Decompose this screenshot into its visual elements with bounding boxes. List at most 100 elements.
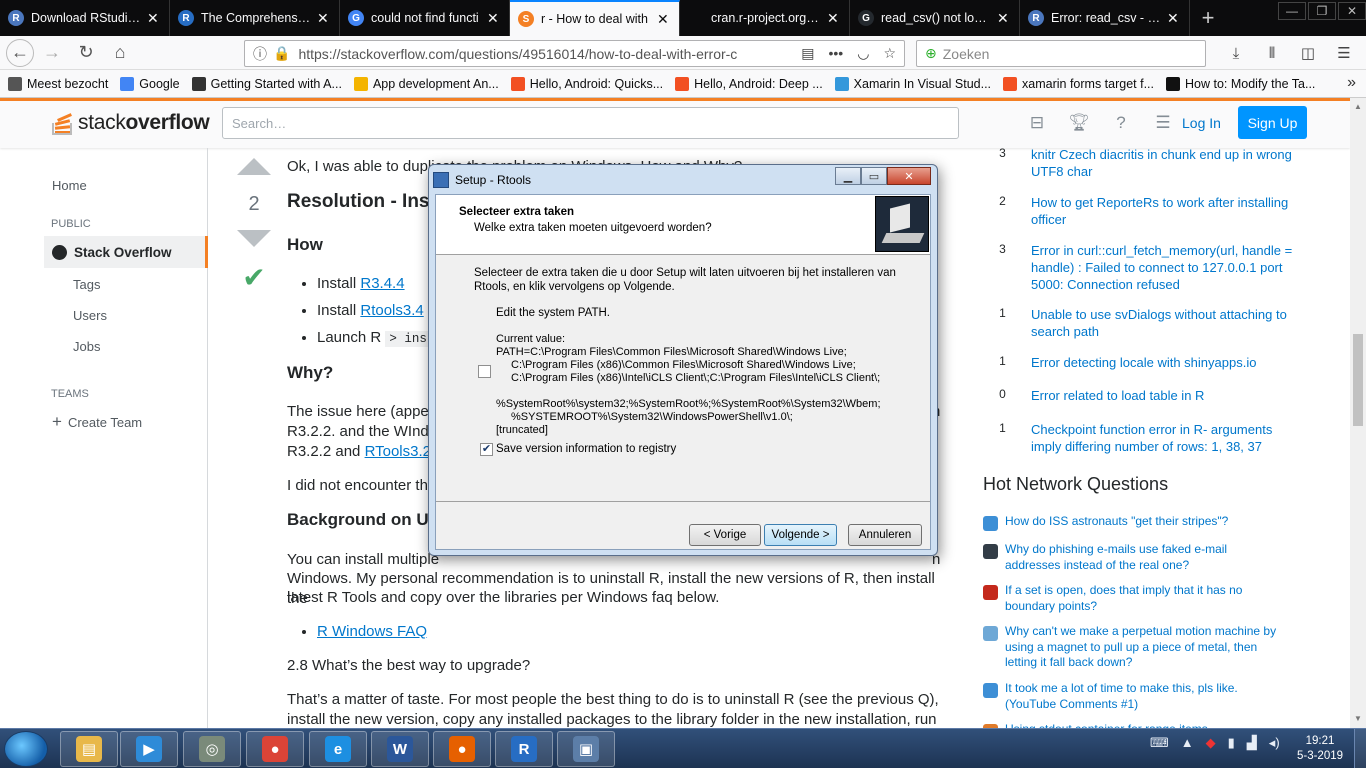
- minimize-button[interactable]: —: [1278, 2, 1306, 20]
- browser-tab[interactable]: Sr - How to deal with ✕: [510, 0, 680, 36]
- search-bar[interactable]: ⊕ Zoeken: [916, 40, 1206, 67]
- pocket-icon[interactable]: ◡: [857, 45, 869, 62]
- bookmark-star-icon[interactable]: ☆: [883, 45, 896, 62]
- tab-close-icon[interactable]: ✕: [147, 10, 161, 27]
- browser-tab[interactable]: Gcould not find functi ✕: [340, 0, 510, 36]
- bookmark-item[interactable]: Hello, Android: Deep ...: [675, 76, 823, 91]
- taskbar-chrome[interactable]: ●: [246, 731, 304, 767]
- downvote-icon[interactable]: [237, 230, 271, 247]
- tray-expand-icon[interactable]: ▲: [1181, 735, 1194, 751]
- related-question-link[interactable]: Checkpoint function error in R- argument…: [1031, 421, 1303, 455]
- taskbar-media-player[interactable]: ▶: [120, 731, 178, 767]
- r-version-link[interactable]: R3.4.4: [360, 275, 404, 292]
- scroll-down-icon[interactable]: ▼: [1353, 714, 1363, 723]
- bookmark-item[interactable]: Google: [120, 76, 180, 91]
- r-windows-faq-link[interactable]: R Windows FAQ: [317, 623, 427, 640]
- dialog-maximize-button[interactable]: ▭: [861, 167, 887, 185]
- new-tab-button[interactable]: +: [1190, 0, 1226, 36]
- tab-close-icon[interactable]: ✕: [487, 10, 501, 27]
- scrollbar-thumb[interactable]: [1353, 334, 1363, 426]
- sidebar-icon[interactable]: ◫: [1296, 40, 1320, 66]
- taskbar-firefox[interactable]: ●: [433, 731, 491, 767]
- back-button[interactable]: < Vorige: [689, 524, 761, 546]
- taskbar-explorer[interactable]: ▤: [60, 731, 118, 767]
- menu-icon[interactable]: ☰: [1332, 40, 1356, 66]
- browser-tab[interactable]: cran.r-project.org/bin/w ✕: [680, 0, 850, 36]
- bookmark-item[interactable]: Meest bezocht: [8, 76, 108, 91]
- next-button[interactable]: Volgende >: [764, 524, 837, 546]
- dialog-close-button[interactable]: ✕: [887, 167, 931, 185]
- restore-button[interactable]: ❐: [1308, 2, 1336, 20]
- upvote-icon[interactable]: [237, 158, 271, 175]
- taskbar-internet-explorer[interactable]: e: [309, 731, 367, 767]
- related-question-link[interactable]: Error detecting locale with shinyapps.io: [1031, 354, 1256, 371]
- login-link[interactable]: Log In: [1182, 115, 1221, 131]
- scroll-up-icon[interactable]: ▲: [1353, 102, 1363, 111]
- page-actions-icon[interactable]: •••: [829, 45, 844, 62]
- info-icon[interactable]: ⓘ: [253, 44, 267, 64]
- bookmark-item[interactable]: Getting Started with A...: [191, 76, 342, 91]
- chevron-right-icon[interactable]: »: [1347, 74, 1356, 92]
- hnq-link[interactable]: Why do phishing e-mails use faked e-mail…: [1005, 542, 1283, 573]
- tab-close-icon[interactable]: ✕: [317, 10, 331, 27]
- help-icon[interactable]: ?: [1110, 113, 1132, 133]
- related-question-link[interactable]: Error related to load table in R: [1031, 387, 1204, 404]
- close-window-button[interactable]: ✕: [1338, 2, 1366, 20]
- dialog-titlebar[interactable]: Setup - Rtools: [433, 167, 531, 193]
- related-question-link[interactable]: How to get ReporteRs to work after insta…: [1031, 194, 1303, 228]
- hnq-link[interactable]: If a set is open, does that imply that i…: [1005, 583, 1283, 614]
- taskbar-r[interactable]: R: [495, 731, 553, 767]
- browser-tab[interactable]: R The Comprehensive ✕: [170, 0, 340, 36]
- bookmark-item[interactable]: xamarin forms target f...: [1003, 76, 1154, 91]
- start-button[interactable]: [4, 731, 48, 767]
- hnq-link[interactable]: It took me a lot of time to make this, p…: [1005, 681, 1283, 712]
- edit-path-checkbox[interactable]: [478, 365, 491, 378]
- tab-close-icon[interactable]: ✕: [827, 10, 841, 27]
- reload-icon[interactable]: ↻: [70, 39, 102, 67]
- hnq-link[interactable]: Why can't we make a perpetual motion mac…: [1005, 624, 1283, 671]
- inbox-icon[interactable]: ⊟: [1026, 113, 1048, 133]
- nav-tags[interactable]: Tags: [73, 277, 100, 292]
- taskbar-word[interactable]: W: [371, 731, 429, 767]
- device-icon[interactable]: ▮: [1228, 735, 1235, 751]
- rtools32-link[interactable]: RTools3.2: [365, 443, 431, 460]
- volume-icon[interactable]: ◂): [1269, 735, 1280, 751]
- nav-home[interactable]: Home: [52, 178, 87, 193]
- acrobat-icon[interactable]: ◆: [1206, 735, 1216, 751]
- tab-close-icon[interactable]: ✕: [1167, 10, 1181, 27]
- nav-stack-overflow[interactable]: Stack Overflow: [44, 236, 208, 268]
- library-icon[interactable]: ⫴: [1260, 40, 1284, 66]
- url-text[interactable]: https://stackoverflow.com/questions/4951…: [298, 46, 801, 62]
- tab-close-icon[interactable]: ✕: [657, 11, 671, 28]
- tab-close-icon[interactable]: ✕: [997, 10, 1011, 27]
- achievements-icon[interactable]: 🏆︎: [1068, 113, 1090, 133]
- show-desktop-button[interactable]: [1354, 729, 1366, 768]
- back-icon[interactable]: ←: [6, 38, 34, 67]
- signup-button[interactable]: Sign Up: [1238, 106, 1307, 139]
- nav-create-team[interactable]: + Create Team: [52, 412, 142, 432]
- taskbar-disk-tool[interactable]: ◎: [183, 731, 241, 767]
- forward-icon[interactable]: →: [36, 39, 68, 67]
- bookmark-item[interactable]: App development An...: [353, 76, 499, 91]
- home-icon[interactable]: ⌂: [104, 39, 136, 67]
- dialog-minimize-button[interactable]: ▁: [835, 167, 861, 185]
- network-icon[interactable]: ▟: [1247, 735, 1257, 751]
- cancel-button[interactable]: Annuleren: [848, 524, 922, 546]
- rtools-link[interactable]: Rtools3.4: [360, 302, 423, 319]
- page-scrollbar[interactable]: ▲ ▼: [1350, 98, 1366, 728]
- save-version-checkbox[interactable]: ✔: [480, 443, 493, 456]
- browser-tab[interactable]: Gread_csv() not loadin ✕: [850, 0, 1020, 36]
- browser-tab[interactable]: R Error: read_csv - RSt ✕: [1020, 0, 1190, 36]
- nav-jobs[interactable]: Jobs: [73, 339, 100, 354]
- keyboard-icon[interactable]: ⌨: [1150, 735, 1169, 751]
- bookmark-item[interactable]: Xamarin In Visual Stud...: [834, 76, 991, 91]
- so-logo[interactable]: stack overflow: [52, 109, 210, 137]
- url-bar[interactable]: ⓘ 🔒 https://stackoverflow.com/questions/…: [244, 40, 905, 67]
- browser-tab[interactable]: R Download RStudio - ✕: [0, 0, 170, 36]
- related-question-link[interactable]: Unable to use svDialogs without attachin…: [1031, 306, 1303, 340]
- download-icon[interactable]: ⤓: [1224, 40, 1248, 66]
- site-switcher-icon[interactable]: ☰: [1152, 113, 1174, 133]
- hnq-link[interactable]: How do ISS astronauts "get their stripes…: [1005, 514, 1228, 531]
- bookmark-item[interactable]: How to: Modify the Ta...: [1166, 76, 1315, 91]
- related-question-link[interactable]: knitr Czech diacritis in chunk end up in…: [1031, 148, 1303, 180]
